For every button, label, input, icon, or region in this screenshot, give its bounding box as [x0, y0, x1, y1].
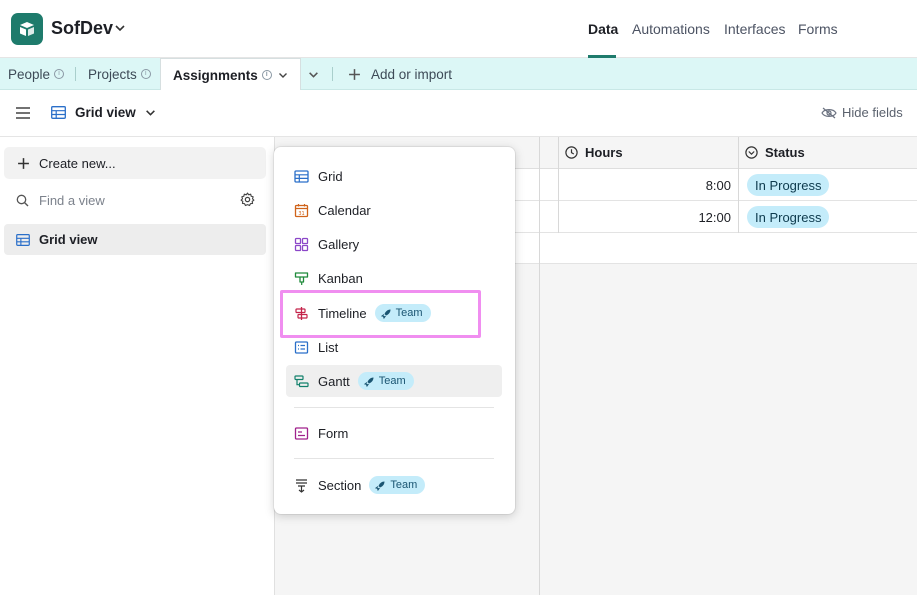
- views-sidebar: Create new... Find a view Grid view: [0, 137, 275, 595]
- sidebar-item-grid-view[interactable]: Grid view: [4, 224, 266, 255]
- create-view-menu: Grid 31 Calendar Gallery Kanban Timeline…: [274, 147, 515, 514]
- column-divider: [558, 137, 559, 233]
- grid-icon: [16, 233, 30, 246]
- menu-item-form[interactable]: Form: [286, 417, 502, 449]
- clock-icon: [565, 146, 578, 159]
- menu-item-label: Timeline: [318, 305, 367, 321]
- rocket-icon: [375, 481, 385, 491]
- grid-icon: [51, 106, 66, 119]
- tab-people[interactable]: People i: [8, 58, 65, 90]
- info-icon: i: [261, 70, 272, 80]
- eye-slash-icon: [821, 107, 837, 118]
- nav-forms[interactable]: Forms: [798, 21, 838, 37]
- badge-label: Team: [395, 307, 423, 319]
- gallery-icon: [294, 237, 309, 251]
- nav-interfaces[interactable]: Interfaces: [724, 21, 785, 37]
- tab-projects[interactable]: Projects i: [88, 58, 151, 90]
- team-badge: Team: [369, 476, 426, 494]
- menu-item-section[interactable]: Section Team: [286, 469, 502, 501]
- find-view-input[interactable]: Find a view: [4, 186, 266, 214]
- app-logo-icon[interactable]: [11, 13, 43, 45]
- tab-label: Projects: [88, 66, 137, 82]
- team-badge: Team: [357, 372, 414, 390]
- hamburger-menu-icon[interactable]: [16, 107, 30, 119]
- hours-cell[interactable]: 12:00: [698, 210, 731, 225]
- column-header-hours[interactable]: Hours: [565, 145, 623, 160]
- tab-divider: [75, 67, 76, 81]
- badge-label: Team: [378, 375, 406, 387]
- team-badge: Team: [374, 304, 431, 322]
- hide-fields-button[interactable]: Hide fields: [821, 105, 903, 120]
- section-icon: [296, 478, 307, 493]
- menu-item-label: Gantt: [318, 373, 350, 389]
- grid-icon: [294, 169, 309, 183]
- current-view-name: Grid view: [75, 105, 136, 120]
- hours-cell[interactable]: 8:00: [706, 178, 731, 193]
- app-header: SofDev Data Automations Interfaces Forms: [0, 0, 917, 58]
- table-tabs-bar: People i Projects i Assignments i Add or…: [0, 58, 917, 91]
- column-divider: [539, 137, 540, 595]
- hide-fields-label: Hide fields: [842, 105, 903, 120]
- menu-item-label: Grid: [318, 168, 343, 184]
- menu-item-label: Calendar: [318, 202, 371, 218]
- menu-item-timeline[interactable]: Timeline Team: [286, 297, 502, 329]
- nav-automations[interactable]: Automations: [632, 21, 710, 37]
- menu-item-list[interactable]: List: [286, 331, 502, 363]
- sidebar-item-label: Grid view: [39, 232, 98, 247]
- calendar-icon: 31: [294, 203, 309, 217]
- info-icon: i: [54, 69, 65, 79]
- menu-item-grid[interactable]: Grid: [286, 160, 502, 192]
- tab-divider: [332, 67, 333, 81]
- add-or-import-button[interactable]: Add or import: [348, 58, 452, 90]
- create-new-label: Create new...: [39, 155, 116, 171]
- column-header-label: Hours: [585, 145, 623, 160]
- plus-icon: [349, 68, 360, 80]
- chevron-down-icon[interactable]: [308, 69, 319, 80]
- view-toolbar: Grid view Hide fields: [0, 90, 917, 137]
- status-badge[interactable]: In Progress: [747, 206, 830, 228]
- menu-divider: [294, 458, 494, 459]
- info-icon: i: [140, 69, 151, 79]
- gantt-icon: [294, 374, 309, 387]
- timeline-icon: [295, 306, 308, 320]
- menu-item-label: Form: [318, 425, 349, 441]
- list-icon: [294, 340, 309, 354]
- menu-item-label: Gallery: [318, 236, 360, 252]
- column-header-label: Status: [765, 145, 805, 160]
- menu-item-label: Section: [318, 477, 362, 493]
- status-badge[interactable]: In Progress: [747, 174, 830, 196]
- tab-label: People: [8, 66, 51, 82]
- menu-item-label: Kanban: [318, 270, 363, 286]
- rocket-icon: [363, 377, 374, 387]
- badge-label: Team: [390, 479, 418, 491]
- create-new-view-button[interactable]: Create new...: [4, 147, 266, 179]
- tab-assignments[interactable]: Assignments i: [160, 58, 301, 91]
- chevron-down-icon: [145, 110, 155, 116]
- dropdown-circle-icon: [745, 146, 758, 159]
- menu-divider: [294, 407, 494, 408]
- menu-item-gantt[interactable]: Gantt Team: [286, 365, 502, 397]
- plus-icon: [18, 157, 29, 169]
- svg-text:31: 31: [298, 211, 304, 217]
- column-header-status[interactable]: Status: [745, 145, 805, 160]
- column-divider: [738, 137, 739, 233]
- view-switcher-button[interactable]: Grid view: [51, 105, 156, 120]
- gear-icon[interactable]: [240, 192, 255, 207]
- tab-label: Assignments: [173, 67, 258, 83]
- menu-item-gallery[interactable]: Gallery: [286, 228, 502, 260]
- form-icon: [294, 426, 309, 440]
- base-name[interactable]: SofDev: [51, 18, 113, 39]
- menu-item-kanban[interactable]: Kanban: [286, 262, 502, 294]
- rocket-icon: [380, 309, 391, 319]
- add-or-import-label: Add or import: [371, 66, 453, 82]
- find-view-placeholder: Find a view: [39, 192, 105, 208]
- chevron-down-icon[interactable]: [278, 70, 288, 80]
- menu-item-calendar[interactable]: 31 Calendar: [286, 194, 502, 226]
- search-icon: [16, 194, 29, 206]
- kanban-icon: [294, 271, 309, 285]
- chevron-down-icon[interactable]: [114, 22, 126, 34]
- nav-data[interactable]: Data: [588, 21, 618, 37]
- menu-item-label: List: [318, 339, 339, 355]
